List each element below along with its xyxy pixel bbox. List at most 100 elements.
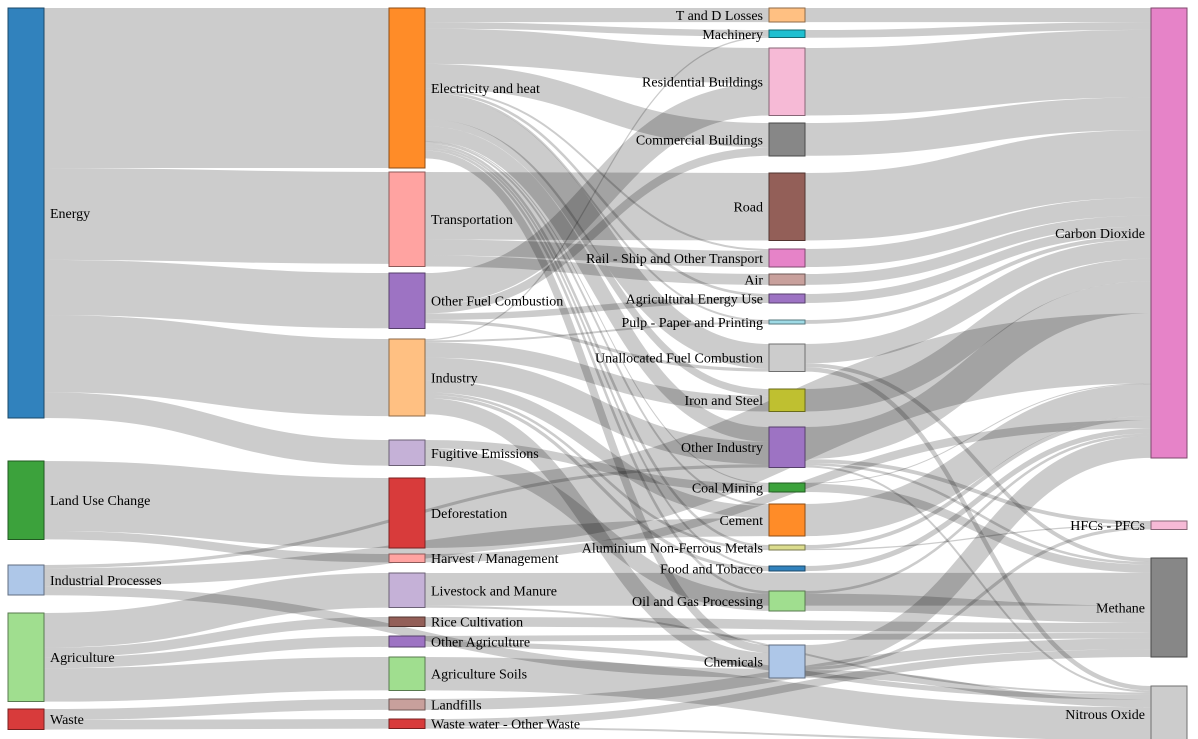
node-bar[interactable] (768, 565, 806, 572)
node-hfcs-pfcs[interactable]: HFCs - PFCs (1070, 519, 1188, 534)
node-label: Iron and Steel (684, 394, 763, 409)
node-bar[interactable] (388, 171, 426, 267)
node-bar[interactable] (388, 553, 426, 563)
node-label: Air (744, 273, 763, 288)
node-t-and-d-losses[interactable]: T and D Losses (676, 7, 806, 24)
node-bar[interactable] (1150, 7, 1188, 459)
node-aluminium-non-ferrous-metals[interactable]: Aluminium Non-Ferrous Metals (582, 541, 806, 556)
node-label: Pulp - Paper and Printing (621, 316, 763, 331)
node-label: Agriculture (50, 651, 115, 666)
node-label: Other Agriculture (431, 635, 530, 650)
node-bar[interactable] (768, 29, 806, 39)
node-label: Industry (431, 371, 478, 386)
node-bar[interactable] (768, 248, 806, 268)
node-bar[interactable] (388, 656, 426, 691)
link-agriculture-to-agriculture-soils[interactable]: Agriculture → Agriculture Soils 5.2 (43, 656, 390, 702)
node-bar[interactable] (768, 503, 806, 537)
node-label: Waste water - Other Waste (431, 718, 580, 733)
sankey-chart: Energy → Electricity and heat 24.9Energy… (7, 7, 1188, 739)
node-bar[interactable] (7, 564, 45, 596)
node-label: Electricity and heat (431, 82, 540, 97)
node-label: Energy (50, 207, 90, 222)
node-bar[interactable] (1150, 685, 1188, 739)
node-label: T and D Losses (676, 9, 763, 24)
node-bar[interactable] (768, 319, 806, 325)
node-machinery[interactable]: Machinery (702, 28, 806, 43)
node-bar[interactable] (768, 590, 806, 612)
node-bar[interactable] (388, 698, 426, 711)
node-bar[interactable] (388, 7, 426, 169)
node-label: Land Use Change (50, 494, 150, 509)
node-label: Unallocated Fuel Combustion (595, 352, 763, 367)
node-label: Chemicals (704, 655, 763, 670)
link-residential-buildings-to-carbon-dioxide[interactable]: Residential Buildings → Carbon Dioxide 1… (804, 29, 1152, 116)
node-rail-ship-and-other-transport[interactable]: Rail - Ship and Other Transport (586, 248, 806, 268)
node-label: Waste (50, 713, 84, 728)
node-bar[interactable] (388, 616, 426, 628)
node-bar[interactable] (388, 439, 426, 467)
node-label: Nitrous Oxide (1065, 708, 1145, 723)
node-pulp-paper-and-printing[interactable]: Pulp - Paper and Printing (621, 316, 806, 331)
node-oil-and-gas-processing[interactable]: Oil and Gas Processing (632, 590, 806, 612)
node-air[interactable]: Air (744, 273, 806, 288)
node-label: Livestock and Manure (431, 584, 557, 599)
node-label: Deforestation (431, 507, 507, 522)
node-bar[interactable] (768, 388, 806, 412)
node-agricultural-energy-use[interactable]: Agricultural Energy Use (626, 292, 806, 307)
link-electricity-and-heat-to-residential-buildings[interactable]: Electricity and heat → Residential Build… (424, 28, 770, 84)
node-bar[interactable] (768, 172, 806, 241)
node-label: Residential Buildings (642, 76, 763, 91)
node-bar[interactable] (1150, 520, 1188, 530)
node-bar[interactable] (768, 426, 806, 468)
node-bar[interactable] (388, 477, 426, 549)
node-bar[interactable] (7, 612, 45, 703)
node-bar[interactable] (768, 7, 806, 23)
node-label: Rice Cultivation (431, 616, 523, 631)
node-bar[interactable] (768, 544, 806, 551)
node-bar[interactable] (388, 272, 426, 329)
node-label: Agriculture Soils (431, 668, 527, 683)
link-rice-cultivation-to-methane[interactable]: Rice Cultivation → Methane 1.5 (424, 617, 1152, 633)
node-label: Road (733, 201, 763, 216)
node-bar[interactable] (768, 482, 806, 493)
node-label: Agricultural Energy Use (626, 292, 763, 307)
node-bar[interactable] (388, 718, 426, 730)
link-waste-to-landfills[interactable]: Waste → Landfills 1.7 (43, 698, 390, 720)
link-energy-to-other-fuel-combustion[interactable]: Energy → Other Fuel Combustion 8.6 (43, 259, 390, 329)
node-bar[interactable] (7, 708, 45, 731)
node-bar[interactable] (388, 635, 426, 648)
node-other-agriculture[interactable]: Other Agriculture (388, 635, 530, 650)
node-bar[interactable] (768, 273, 806, 286)
node-bar[interactable] (388, 572, 426, 609)
node-label: Oil and Gas Processing (632, 595, 763, 610)
link-other-agriculture-to-methane[interactable]: Other Agriculture → Methane 0.9 (424, 632, 1152, 642)
node-harvest-management[interactable]: Harvest / Management (388, 552, 559, 567)
node-bar[interactable] (768, 47, 806, 116)
node-label: HFCs - PFCs (1070, 519, 1145, 534)
node-label: Rail - Ship and Other Transport (586, 252, 763, 267)
node-label: Cement (719, 514, 763, 529)
link-energy-to-industry[interactable]: Energy → Industry 12 (43, 315, 390, 417)
node-label: Transportation (431, 213, 513, 228)
node-bar[interactable] (7, 7, 45, 419)
node-label: Commercial Buildings (636, 133, 763, 148)
node-bar[interactable] (388, 338, 426, 417)
node-label: Carbon Dioxide (1055, 227, 1145, 242)
node-label: Other Fuel Combustion (431, 295, 563, 310)
node-bar[interactable] (768, 644, 806, 679)
node-label: Landfills (431, 698, 482, 713)
node-landfills[interactable]: Landfills (388, 698, 482, 713)
node-bar[interactable] (7, 460, 45, 540)
node-bar[interactable] (768, 343, 806, 373)
node-label: Coal Mining (692, 481, 763, 496)
link-waste-to-waste-water-other-waste[interactable]: Waste → Waste water - Other Waste 1.5 (43, 719, 390, 730)
node-waste-water-other-waste[interactable]: Waste water - Other Waste (388, 718, 580, 733)
node-bar[interactable] (768, 293, 806, 304)
node-bar[interactable] (1150, 557, 1188, 658)
node-bar[interactable] (768, 122, 806, 157)
node-label: Other Industry (681, 441, 763, 456)
link-energy-to-transportation[interactable]: Energy → Transportation 14.3 (43, 168, 390, 264)
node-label: Industrial Processes (50, 574, 162, 589)
node-label: Aluminium Non-Ferrous Metals (582, 541, 763, 556)
node-label: Methane (1096, 601, 1145, 616)
